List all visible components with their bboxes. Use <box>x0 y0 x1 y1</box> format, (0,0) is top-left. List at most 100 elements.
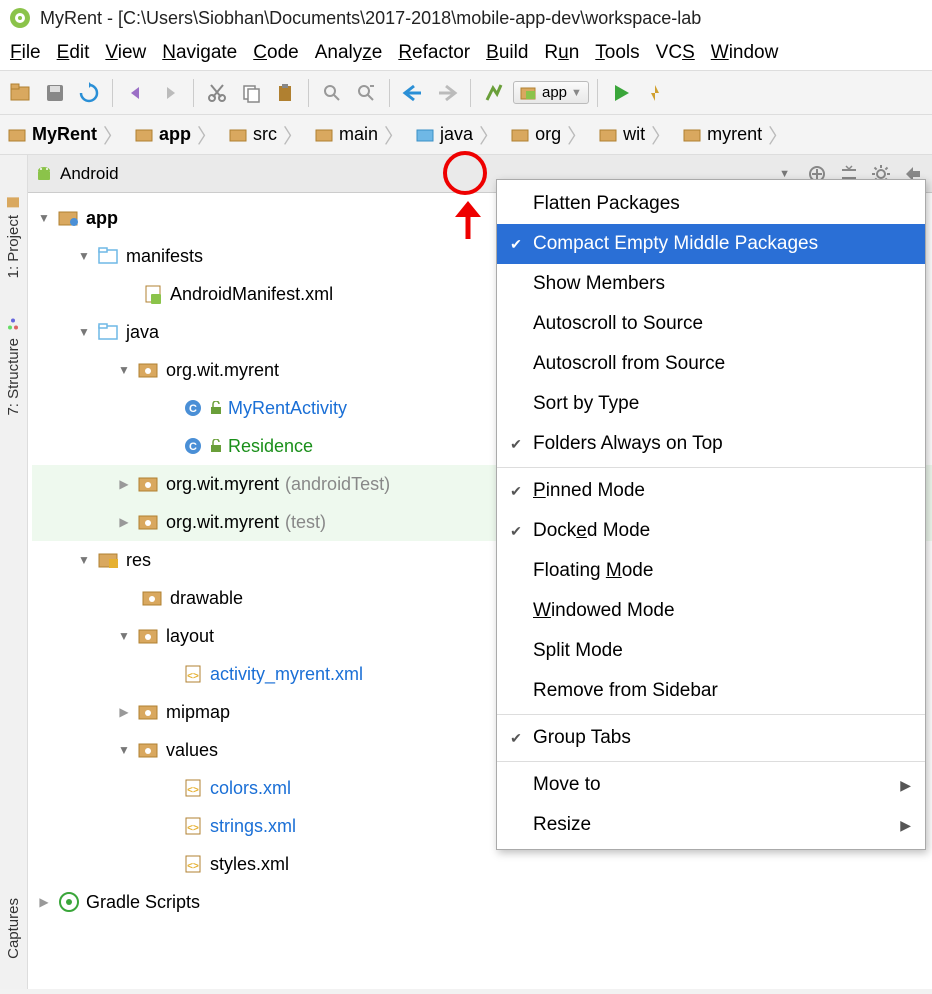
chevron-right-icon: 〉 <box>283 120 303 149</box>
lock-open-icon <box>210 401 222 415</box>
expand-icon[interactable]: ▶ <box>116 706 132 718</box>
ctx-group-tabs[interactable]: ✔Group Tabs <box>497 718 925 758</box>
find-icon[interactable] <box>317 78 347 108</box>
chevron-right-icon: 〉 <box>197 120 217 149</box>
ctx-pinned-mode[interactable]: ✔Pinned Mode <box>497 471 925 511</box>
menu-run[interactable]: Run <box>544 42 579 64</box>
ctx-windowed-mode[interactable]: Windowed Mode <box>497 591 925 631</box>
tree-styles-xml[interactable]: <> styles.xml <box>32 845 932 883</box>
crumb-wit[interactable]: wit 〉 <box>595 120 679 149</box>
run-config-label: app <box>542 84 567 101</box>
class-icon: C <box>182 399 204 417</box>
svg-text:C: C <box>189 441 197 453</box>
expand-icon[interactable]: ▼ <box>76 554 92 566</box>
menu-refactor[interactable]: Refactor <box>398 42 470 64</box>
crumb-myrent[interactable]: MyRent 〉 <box>4 120 131 149</box>
ctx-sort-by-type[interactable]: Sort by Type <box>497 384 925 424</box>
svg-text:<>: <> <box>187 823 199 834</box>
back-icon[interactable] <box>398 78 428 108</box>
side-tab-structure[interactable]: 7: Structure <box>5 318 22 416</box>
side-tool-tabs: 1: Project 7: Structure Captures <box>0 155 28 989</box>
expand-icon[interactable]: ▶ <box>116 478 132 490</box>
side-tab-captures[interactable]: Captures <box>5 898 22 959</box>
run-icon[interactable] <box>606 78 636 108</box>
project-panel: Android ▼ ▼ app ▼ manifests <box>28 155 932 989</box>
ctx-autoscroll-from-source[interactable]: Autoscroll from Source <box>497 344 925 384</box>
android-studio-logo-icon <box>8 6 32 30</box>
ctx-resize[interactable]: Resize▶ <box>497 805 925 845</box>
expand-icon[interactable]: ▼ <box>76 326 92 338</box>
package-icon <box>142 589 164 607</box>
package-icon <box>138 703 160 721</box>
menu-view[interactable]: View <box>105 42 146 64</box>
sync-icon[interactable] <box>74 78 104 108</box>
xml-file-icon: <> <box>182 855 204 873</box>
open-icon[interactable] <box>6 78 36 108</box>
folder-icon <box>98 323 120 341</box>
crumb-org[interactable]: org 〉 <box>507 120 595 149</box>
tree-gradle-scripts[interactable]: ▶ Gradle Scripts <box>32 883 932 921</box>
build-icon[interactable] <box>479 78 509 108</box>
menu-vcs[interactable]: VCS <box>656 42 695 64</box>
menu-analyze[interactable]: Analyze <box>315 42 383 64</box>
submenu-arrow-icon: ▶ <box>900 777 911 794</box>
replace-icon[interactable] <box>351 78 381 108</box>
ctx-autoscroll-to-source[interactable]: Autoscroll to Source <box>497 304 925 344</box>
crumb-src[interactable]: src 〉 <box>225 120 311 149</box>
cut-icon[interactable] <box>202 78 232 108</box>
expand-icon[interactable]: ▶ <box>36 896 52 908</box>
crumb-main[interactable]: main 〉 <box>311 120 412 149</box>
expand-icon[interactable]: ▼ <box>76 250 92 262</box>
lock-open-icon <box>210 439 222 453</box>
menu-navigate[interactable]: Navigate <box>162 42 237 64</box>
crumb-app[interactable]: app 〉 <box>131 120 225 149</box>
chevron-right-icon: 〉 <box>384 120 404 149</box>
chevron-right-icon: 〉 <box>651 120 671 149</box>
ctx-docked-mode[interactable]: ✔Docked Mode <box>497 511 925 551</box>
ctx-flatten-packages[interactable]: Flatten Packages <box>497 184 925 224</box>
expand-icon[interactable]: ▼ <box>36 212 52 224</box>
res-folder-icon <box>98 551 120 569</box>
package-icon <box>138 475 160 493</box>
paste-icon[interactable] <box>270 78 300 108</box>
ctx-folders-always-on-top[interactable]: ✔Folders Always on Top <box>497 424 925 464</box>
forward-icon[interactable] <box>432 78 462 108</box>
ctx-floating-mode[interactable]: Floating Mode <box>497 551 925 591</box>
menu-build[interactable]: Build <box>486 42 528 64</box>
expand-icon[interactable]: ▼ <box>116 364 132 376</box>
ctx-show-members[interactable]: Show Members <box>497 264 925 304</box>
apply-changes-icon[interactable] <box>640 78 670 108</box>
svg-text:<>: <> <box>187 671 199 682</box>
side-tab-project[interactable]: 1: Project <box>5 195 22 278</box>
ctx-compact-empty-middle-packages[interactable]: ✔Compact Empty Middle Packages <box>497 224 925 264</box>
undo-icon[interactable] <box>121 78 151 108</box>
expand-icon[interactable]: ▼ <box>116 744 132 756</box>
chevron-down-icon[interactable]: ▼ <box>779 168 790 180</box>
title-bar: MyRent - [C:\Users\Siobhan\Documents\201… <box>0 0 932 36</box>
menu-file[interactable]: File <box>10 42 41 64</box>
android-icon <box>34 164 54 184</box>
svg-text:<>: <> <box>187 785 199 796</box>
menu-window[interactable]: Window <box>711 42 779 64</box>
ctx-remove-from-sidebar[interactable]: Remove from Sidebar <box>497 671 925 711</box>
run-config-selector[interactable]: app ▼ <box>513 81 589 104</box>
redo-icon[interactable] <box>155 78 185 108</box>
expand-icon[interactable]: ▼ <box>116 630 132 642</box>
breadcrumb: MyRent 〉 app 〉 src 〉 main 〉 java 〉 org 〉… <box>0 115 932 155</box>
class-icon: C <box>182 437 204 455</box>
main-toolbar: app ▼ <box>0 71 932 115</box>
save-icon[interactable] <box>40 78 70 108</box>
menu-code[interactable]: Code <box>253 42 298 64</box>
copy-icon[interactable] <box>236 78 266 108</box>
ctx-move-to[interactable]: Move to▶ <box>497 765 925 805</box>
menu-tools[interactable]: Tools <box>595 42 639 64</box>
expand-icon[interactable]: ▶ <box>116 516 132 528</box>
xml-file-icon: <> <box>182 779 204 797</box>
ctx-split-mode[interactable]: Split Mode <box>497 631 925 671</box>
menu-edit[interactable]: Edit <box>57 42 90 64</box>
package-icon <box>138 741 160 759</box>
crumb-java[interactable]: java 〉 <box>412 120 507 149</box>
svg-text:C: C <box>189 403 197 415</box>
settings-context-menu: Flatten Packages ✔Compact Empty Middle P… <box>496 179 926 850</box>
crumb-myrent-pkg[interactable]: myrent 〉 <box>679 120 796 149</box>
